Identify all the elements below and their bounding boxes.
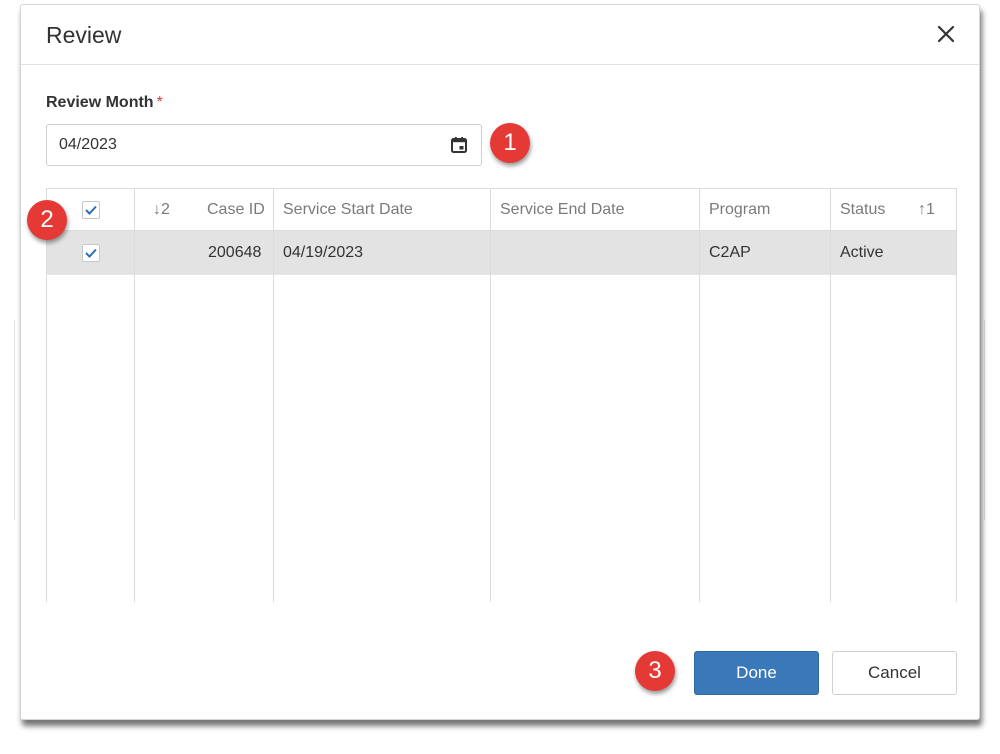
sort-indicator-status: ↑1 (918, 201, 935, 218)
calendar-icon (451, 137, 467, 153)
grid-header-row: ↓2 Case ID Service Start Date Service En… (47, 189, 956, 231)
cell-case-id: 200648 (208, 244, 262, 261)
column-divider (830, 189, 831, 602)
column-divider (699, 189, 700, 602)
calendar-button[interactable] (448, 134, 470, 156)
column-divider (490, 189, 491, 602)
review-month-label: Review Month * (46, 94, 163, 112)
row-checkbox[interactable] (82, 244, 100, 262)
column-header-case-id[interactable]: Case ID (207, 189, 265, 231)
review-dialog: Review Review Month* ↓2 Case ID (20, 4, 980, 720)
annotation-marker-2: 2 (27, 200, 67, 240)
column-divider (273, 189, 274, 602)
checkmark-icon (85, 205, 97, 215)
review-month-input[interactable] (46, 124, 482, 166)
background-edge-left (14, 320, 15, 520)
column-header-program[interactable]: Program (709, 189, 770, 231)
annotation-marker-3: 3 (635, 651, 675, 691)
required-asterisk: * (156, 94, 163, 111)
table-row[interactable]: 200648 04/19/2023 C2AP Active (47, 231, 956, 275)
dialog-title: Review (46, 22, 122, 48)
cell-status: Active (840, 244, 884, 261)
cases-grid: ↓2 Case ID Service Start Date Service En… (46, 188, 957, 602)
close-icon (937, 25, 955, 43)
column-header-service-end-date[interactable]: Service End Date (500, 189, 625, 231)
dialog-header: Review (21, 5, 979, 65)
review-month-label-text: Review Month (46, 94, 154, 111)
cell-service-start-date: 04/19/2023 (283, 244, 364, 261)
annotation-marker-1: 1 (490, 123, 530, 163)
cell-program: C2AP (709, 244, 751, 261)
sort-indicator-case-id: ↓2 (153, 201, 170, 218)
cancel-button[interactable]: Cancel (832, 651, 957, 695)
done-button[interactable]: Done (694, 651, 819, 695)
background-edge-right (984, 320, 985, 520)
close-button[interactable] (931, 19, 961, 49)
checkmark-icon (85, 248, 97, 258)
column-header-status[interactable]: Status (840, 189, 885, 231)
column-header-service-start-date[interactable]: Service Start Date (283, 189, 413, 231)
column-divider (134, 189, 135, 602)
select-all-checkbox[interactable] (82, 201, 100, 219)
